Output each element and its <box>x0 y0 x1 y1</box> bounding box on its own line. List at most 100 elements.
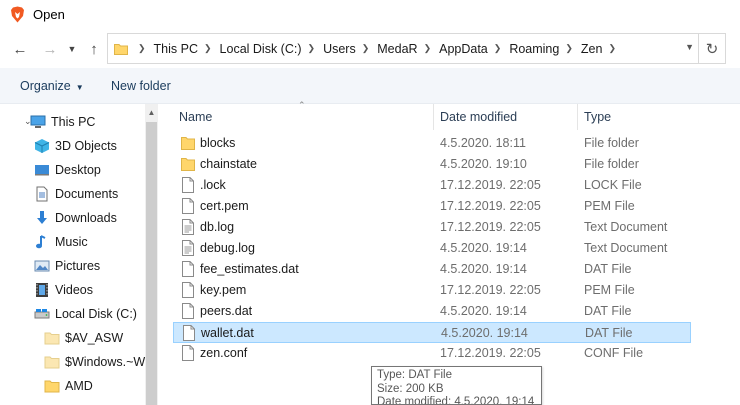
breadcrumb-local-disk[interactable]: Local Disk (C:) <box>220 42 302 56</box>
file-type: PEM File <box>584 283 635 297</box>
download-arrow-icon <box>37 211 47 224</box>
file-icon <box>182 198 194 214</box>
breadcrumb-roaming[interactable]: Roaming <box>509 42 559 56</box>
title-bar: Open <box>0 0 740 30</box>
column-header-name[interactable]: Name <box>179 104 212 130</box>
sidebar-item-downloads[interactable]: Downloads <box>34 207 117 229</box>
breadcrumb-separator[interactable]: ❯ <box>308 43 316 54</box>
breadcrumb-separator[interactable]: ❯ <box>494 43 502 54</box>
column-header-type[interactable]: Type <box>584 104 611 130</box>
refresh-icon[interactable]: ↻ <box>699 33 726 64</box>
file-date-modified: 17.12.2019. 22:05 <box>440 178 541 192</box>
breadcrumb-separator: ❯ <box>138 43 146 53</box>
breadcrumb-users[interactable]: Users <box>323 42 356 56</box>
picture-icon <box>34 260 50 272</box>
file-name: zen.conf <box>200 346 248 360</box>
file-date-modified: 17.12.2019. 22:05 <box>440 283 541 297</box>
sidebar-item-desktop[interactable]: Desktop <box>34 159 101 181</box>
folder-icon <box>44 380 60 393</box>
file-date-modified: 17.12.2019. 22:05 <box>440 199 541 213</box>
sidebar-scrollbar[interactable]: ▲ <box>145 104 158 405</box>
breadcrumb-medar[interactable]: MedaR <box>377 42 417 56</box>
file-icon <box>182 303 194 319</box>
sidebar-item-label: Videos <box>55 283 93 297</box>
file-type: DAT File <box>584 262 632 276</box>
sidebar-item-label: Documents <box>55 187 119 201</box>
breadcrumb-separator[interactable]: ❯ <box>565 43 573 54</box>
file-name: .lock <box>200 178 226 192</box>
breadcrumb-separator[interactable]: ❯ <box>204 43 212 54</box>
sidebar-item-documents[interactable]: Documents <box>34 183 118 205</box>
file-list: ⌃ Name Date modified Type blocks 4.5.2020… <box>158 100 740 405</box>
sidebar-item-videos[interactable]: Videos <box>34 279 93 301</box>
document-icon <box>36 186 48 202</box>
organize-button[interactable]: Organize ▼ <box>20 79 84 93</box>
breadcrumb-separator[interactable]: ❯ <box>608 43 616 54</box>
up-arrow-icon[interactable]: ↑ <box>84 38 104 60</box>
file-icon <box>182 177 194 193</box>
breadcrumb-separator[interactable]: ❯ <box>362 43 370 54</box>
breadcrumb-this-pc[interactable]: This PC <box>154 42 198 56</box>
sidebar-item-label: AMD <box>65 379 93 393</box>
file-row[interactable]: chainstate 4.5.2020. 19:10 File folder <box>173 154 691 175</box>
scrollbar-thumb[interactable] <box>146 122 157 405</box>
sort-arrow-icon: ⌃ <box>298 100 306 110</box>
file-info-tooltip: Type: DAT File Size: 200 KB Date modifie… <box>371 366 542 405</box>
sidebar-item-this-pc[interactable]: This PC <box>30 111 95 133</box>
file-row[interactable]: cert.pem 17.12.2019. 22:05 PEM File <box>173 196 691 217</box>
file-date-modified: 4.5.2020. 18:11 <box>440 136 526 150</box>
sidebar-item-pictures[interactable]: Pictures <box>34 255 100 277</box>
folder-icon <box>181 137 195 150</box>
file-icon <box>182 282 194 298</box>
sidebar-item-amd[interactable]: AMD <box>44 375 93 397</box>
scroll-up-arrow-icon[interactable]: ▲ <box>145 104 158 120</box>
file-row[interactable]: wallet.dat 4.5.2020. 19:14 DAT File <box>173 322 691 343</box>
file-row[interactable]: .lock 17.12.2019. 22:05 LOCK File <box>173 175 691 196</box>
address-bar[interactable]: ❯ This PC ❯ Local Disk (C:) ❯ Users ❯ Me… <box>107 33 699 64</box>
file-row[interactable]: fee_estimates.dat 4.5.2020. 19:14 DAT File <box>173 259 691 280</box>
sidebar-item-3d-objects[interactable]: 3D Objects <box>34 135 117 157</box>
sidebar-item-label: $AV_ASW <box>65 331 124 345</box>
column-divider[interactable] <box>433 104 434 130</box>
tooltip-date: Date modified: 4.5.2020. 19:14 <box>377 396 535 405</box>
breadcrumb-appdata[interactable]: AppData <box>439 42 488 56</box>
sidebar-item-music[interactable]: Music <box>34 231 88 253</box>
sidebar-item-av-asw[interactable]: $AV_ASW <box>44 327 123 349</box>
file-row[interactable]: peers.dat 4.5.2020. 19:14 DAT File <box>173 301 691 322</box>
file-type: File folder <box>584 136 639 150</box>
desktop-icon <box>35 165 49 176</box>
folder-icon <box>44 356 60 369</box>
sidebar-item-label: 3D Objects <box>55 139 117 153</box>
file-type: CONF File <box>584 346 644 360</box>
brave-browser-icon <box>11 6 24 23</box>
file-icon <box>182 261 194 277</box>
tooltip-type: Type: DAT File <box>377 369 452 381</box>
file-row[interactable]: zen.conf 17.12.2019. 22:05 CONF File <box>173 343 691 364</box>
back-arrow-icon[interactable]: ← <box>10 38 30 60</box>
file-row[interactable]: debug.log 4.5.2020. 19:14 Text Document <box>173 238 691 259</box>
address-dropdown-icon[interactable]: ▼ <box>685 42 694 52</box>
file-name: cert.pem <box>200 199 249 213</box>
file-row[interactable]: db.log 17.12.2019. 22:05 Text Document <box>173 217 691 238</box>
file-type: Text Document <box>584 241 668 255</box>
sidebar-item-windows-w[interactable]: $Windows.~W <box>44 351 145 373</box>
sidebar-item-local-disk[interactable]: Local Disk (C:) <box>34 303 137 325</box>
caret-down-icon: ▼ <box>75 83 84 92</box>
sidebar-item-label: This PC <box>51 115 96 129</box>
breadcrumb-separator[interactable]: ❯ <box>424 43 432 54</box>
file-name: debug.log <box>200 241 255 255</box>
file-row[interactable]: blocks 4.5.2020. 18:11 File folder <box>173 133 691 154</box>
column-divider[interactable] <box>577 104 578 130</box>
computer-icon <box>30 115 46 128</box>
file-icon <box>183 325 195 341</box>
recent-locations-chevron-icon[interactable]: ▼ <box>62 38 82 60</box>
sidebar-item-label: Pictures <box>55 259 101 273</box>
file-row[interactable]: key.pem 17.12.2019. 22:05 PEM File <box>173 280 691 301</box>
tooltip-size: Size: 200 KB <box>377 382 444 395</box>
column-header-date[interactable]: Date modified <box>440 104 517 130</box>
forward-arrow-icon[interactable]: → <box>40 38 60 60</box>
text-file-icon <box>182 240 194 256</box>
breadcrumb-zen[interactable]: Zen <box>581 42 603 56</box>
new-folder-button[interactable]: New folder <box>111 79 171 93</box>
file-type: DAT File <box>585 326 633 340</box>
